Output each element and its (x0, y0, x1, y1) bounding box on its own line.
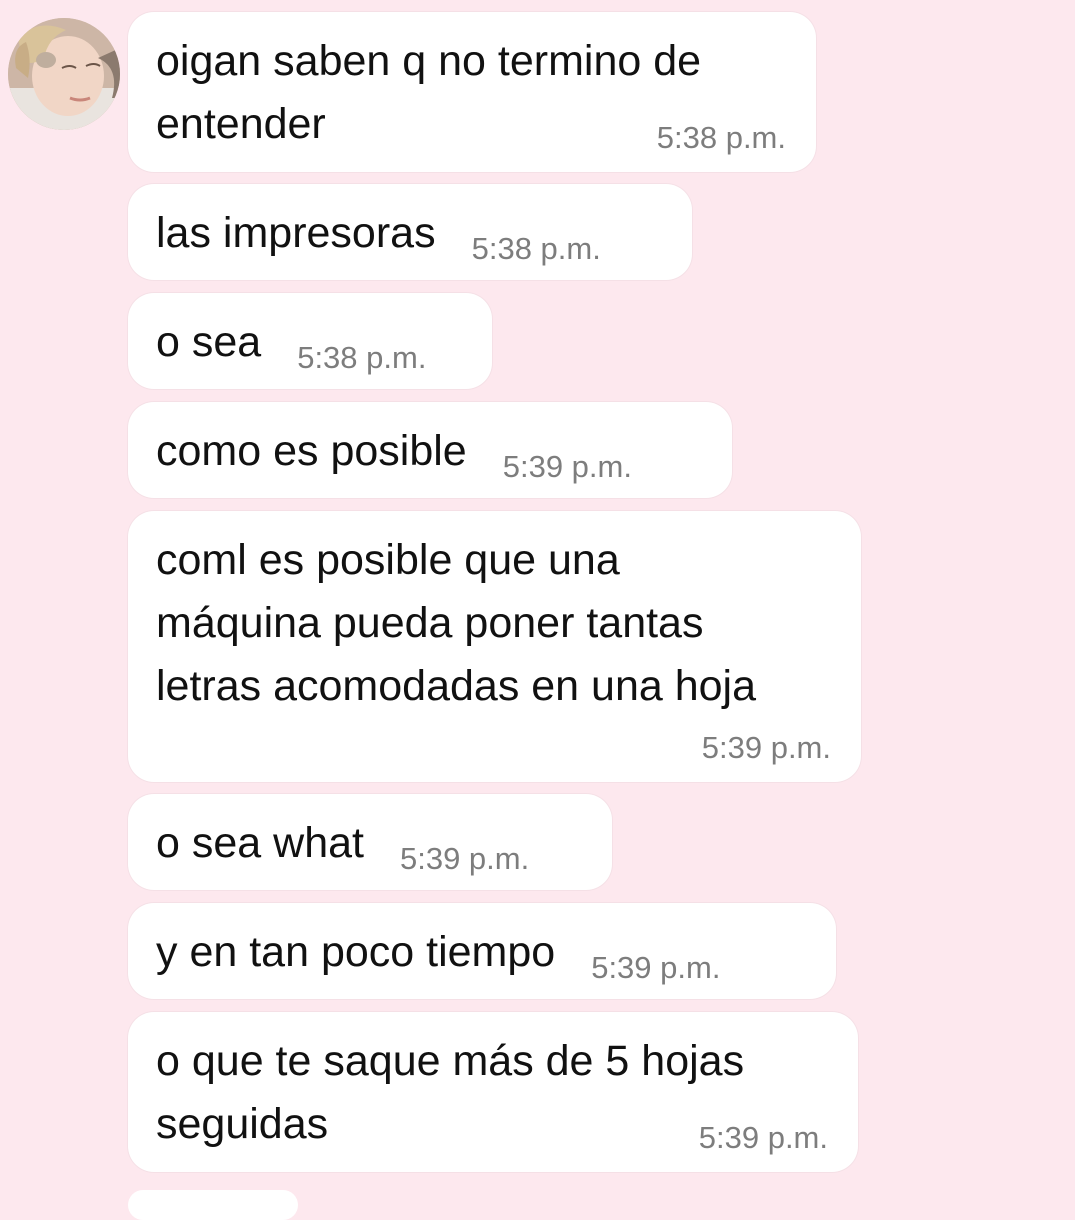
message-text: oigan saben q no termino de entender (156, 37, 702, 148)
message-bubble[interactable]: como es posible 5:39 p.m. (128, 402, 732, 498)
message-text: las impresoras (156, 209, 436, 257)
message-bubble[interactable]: oigan saben q no termino de entender 5:3… (128, 12, 816, 172)
sender-avatar[interactable] (8, 18, 120, 130)
message-text: como es posible (156, 427, 467, 475)
message-text: o que te saque más de 5 hojas seguidas (156, 1037, 745, 1148)
message-text: y en tan poco tiempo (156, 928, 556, 976)
message-bubble[interactable]: las impresoras 5:38 p.m. (128, 184, 692, 280)
message-timestamp: 5:38 p.m. (471, 231, 601, 266)
message-timestamp: 5:39 p.m. (698, 1120, 828, 1155)
message-bubble-partial[interactable] (128, 1190, 298, 1220)
message-bubble[interactable]: coml es posible que una máquina pueda po… (128, 511, 861, 782)
message-text: o sea what (156, 819, 364, 867)
message-bubble[interactable]: o sea what 5:39 p.m. (128, 794, 612, 890)
message-bubble[interactable]: o sea 5:38 p.m. (128, 293, 492, 389)
message-timestamp: 5:38 p.m. (656, 120, 786, 155)
message-timestamp: 5:39 p.m. (701, 730, 831, 765)
message-text: coml es posible que una máquina pueda po… (156, 536, 757, 710)
message-bubble[interactable]: o que te saque más de 5 hojas seguidas 5… (128, 1012, 858, 1172)
message-timestamp: 5:39 p.m. (502, 449, 632, 484)
message-text: o sea (156, 318, 262, 366)
message-timestamp: 5:39 p.m. (591, 950, 721, 985)
message-timestamp: 5:38 p.m. (297, 340, 427, 375)
message-bubble[interactable]: y en tan poco tiempo 5:39 p.m. (128, 903, 836, 999)
avatar-photo-icon (8, 18, 120, 130)
message-timestamp: 5:39 p.m. (399, 841, 530, 876)
